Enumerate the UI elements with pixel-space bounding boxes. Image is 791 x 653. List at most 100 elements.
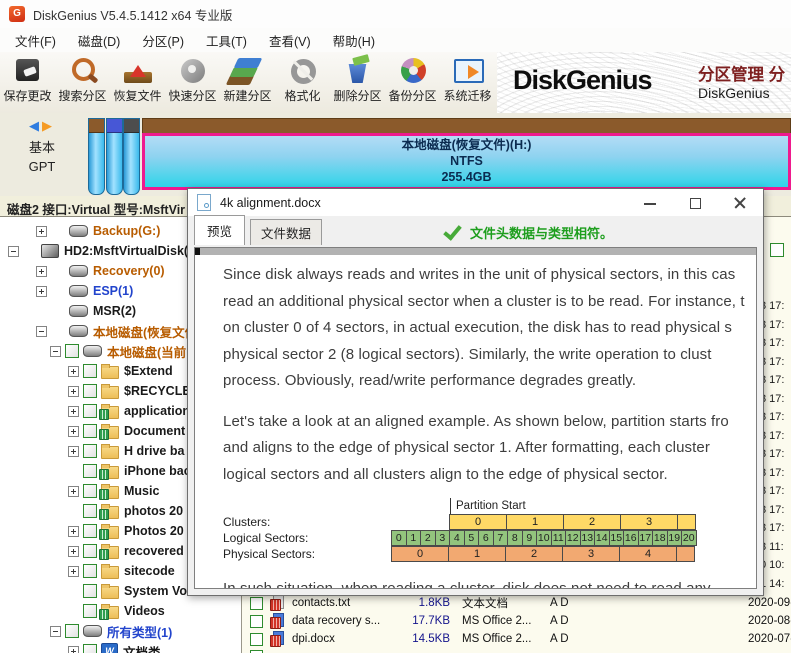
tree-item-label[interactable]: photos 20 (124, 504, 183, 518)
tree-expander[interactable] (36, 225, 47, 237)
tree-item-label[interactable]: $Extend (124, 364, 173, 378)
tree-expander[interactable] (68, 405, 79, 417)
paragraph-3: In such situation, when reading a cluste… (223, 576, 756, 588)
deleted-file-icon (270, 613, 284, 629)
tree-expander[interactable] (36, 285, 47, 297)
minimize-button[interactable] (628, 189, 673, 216)
tree-item-label[interactable]: H drive ba (124, 444, 184, 458)
toolbar-button[interactable]: 系统迁移 (440, 52, 495, 113)
tree-expander[interactable] (50, 345, 61, 357)
file-row[interactable]: dpi.docx 14.5KB MS Office 2... A D 2020-… (242, 630, 791, 648)
file-name[interactable]: data recovery s... (292, 615, 392, 627)
toolbar-button[interactable]: 新建分区 (220, 52, 275, 113)
tree-checkbox[interactable] (65, 344, 79, 358)
partition-info[interactable]: 本地磁盘(恢复文件)(H:) NTFS 255.4GB (142, 133, 791, 190)
prev-disk-arrow-icon[interactable]: ◀ (29, 118, 42, 133)
toolbar-button[interactable]: 保存更改 (0, 52, 55, 113)
tree-expander[interactable] (36, 325, 47, 337)
next-disk-arrow-icon[interactable]: ▶ (42, 118, 55, 133)
tree-item-label[interactable]: Music (124, 484, 159, 498)
tree-item-label[interactable]: 本地磁盘(当前 (107, 342, 186, 361)
tree-item-label[interactable]: recovered (124, 544, 184, 558)
toolbar-button[interactable]: 备份分区 (385, 52, 440, 113)
menu-item[interactable]: 磁盘(D) (67, 28, 131, 53)
tree-expander[interactable] (68, 485, 79, 497)
tree-checkbox[interactable] (83, 404, 97, 418)
tree-item-label[interactable]: Photos 20 (124, 524, 184, 538)
file-name[interactable]: dpi.docx (292, 633, 392, 645)
tab-file-data[interactable]: 文件数据 (250, 219, 323, 245)
tree-expander[interactable] (36, 265, 47, 277)
tree-expander[interactable] (68, 565, 79, 577)
maximize-button[interactable] (673, 189, 718, 216)
logical-sector-cell: 2 (420, 530, 436, 546)
tree-item-label[interactable]: 文档类 (123, 642, 161, 653)
tree-item-label[interactable]: sitecode (124, 564, 175, 578)
tree-checkbox[interactable] (83, 504, 97, 518)
tree-item-label[interactable]: 所有类型(1) (107, 622, 172, 641)
tree-checkbox[interactable] (83, 384, 97, 398)
tree-item[interactable]: Videos (0, 601, 241, 621)
tree-checkbox[interactable] (83, 444, 97, 458)
menu-item[interactable]: 查看(V) (258, 28, 322, 53)
tree-expander[interactable] (8, 245, 19, 257)
tree-expander[interactable] (50, 625, 61, 637)
tree-item-label[interactable]: Document (124, 424, 185, 438)
file-row[interactable]: contacts.txt 1.8KB 文本文档 A D 2020-09-30 1… (242, 594, 791, 612)
tree-expander[interactable] (68, 385, 79, 397)
tab-preview[interactable]: 预览 (194, 215, 246, 245)
disk-nav-arrows[interactable]: ◀▶ (0, 118, 84, 134)
tree-checkbox[interactable] (83, 584, 97, 598)
toolbar-button[interactable]: 格式化 (275, 52, 330, 113)
tree-expander[interactable] (68, 365, 79, 377)
tree-item-label[interactable]: Recovery(0) (93, 264, 165, 278)
file-name[interactable]: contacts.txt (292, 597, 392, 609)
toolbar-button[interactable]: 搜索分区 (55, 52, 110, 113)
file-checkbox[interactable] (250, 596, 263, 610)
tree-expander[interactable] (68, 545, 79, 557)
small-partition-bar-1[interactable] (88, 118, 105, 195)
menu-item[interactable]: 帮助(H) (322, 28, 386, 53)
toolbar-button[interactable]: 恢复文件 (110, 52, 165, 113)
tree-item-label[interactable]: iPhone bac (124, 464, 191, 478)
selected-partition-bar[interactable]: 本地磁盘(恢复文件)(H:) NTFS 255.4GB (142, 118, 791, 190)
toolbar-button[interactable]: 快速分区 (165, 52, 220, 113)
tree-checkbox[interactable] (65, 624, 79, 638)
tree-item-label[interactable]: $RECYCLE. (124, 384, 194, 398)
tree-item[interactable]: W 文档类 (0, 641, 241, 653)
tree-checkbox[interactable] (83, 364, 97, 378)
logical-sector-cell: 16 (623, 530, 639, 546)
file-checkbox[interactable] (250, 614, 263, 628)
file-row[interactable]: data recovery s... 17.7KB MS Office 2...… (242, 612, 791, 630)
toolbar-button[interactable]: 删除分区 (330, 52, 385, 113)
tree-expander[interactable] (68, 525, 79, 537)
file-checkbox[interactable] (250, 632, 263, 646)
small-partition-bar-2[interactable] (106, 118, 123, 195)
tree-checkbox[interactable] (83, 524, 97, 538)
tree-checkbox[interactable] (83, 464, 97, 478)
tree-expander[interactable] (68, 645, 79, 653)
tree-checkbox[interactable] (83, 544, 97, 558)
tree-expander[interactable] (68, 425, 79, 437)
tree-expander[interactable] (68, 445, 79, 457)
file-checkbox[interactable] (770, 243, 784, 257)
tree-checkbox[interactable] (83, 484, 97, 498)
menu-item[interactable]: 文件(F) (4, 28, 67, 53)
tree-checkbox[interactable] (83, 604, 97, 618)
tree-item-label[interactable]: HD2:MsftVirtualDisk( (64, 244, 188, 258)
tree-item-label[interactable]: ESP(1) (93, 284, 133, 298)
tree-item-label[interactable]: application (124, 404, 190, 418)
close-button[interactable] (718, 189, 763, 216)
dialog-title-bar[interactable]: 4k alignment.docx (188, 189, 763, 216)
tree-item-label[interactable]: MSR(2) (93, 304, 136, 318)
tree-checkbox[interactable] (83, 644, 97, 653)
tree-item-label[interactable]: Backup(G:) (93, 224, 160, 238)
menu-item[interactable]: 工具(T) (195, 28, 258, 53)
small-partition-bar-3[interactable] (123, 118, 140, 195)
tree-item[interactable]: 所有类型(1) (0, 621, 241, 641)
tree-checkbox[interactable] (83, 424, 97, 438)
tree-item-label[interactable]: System Vo (124, 584, 187, 598)
menu-item[interactable]: 分区(P) (131, 28, 195, 53)
tree-checkbox[interactable] (83, 564, 97, 578)
tree-item-label[interactable]: Videos (124, 604, 165, 618)
